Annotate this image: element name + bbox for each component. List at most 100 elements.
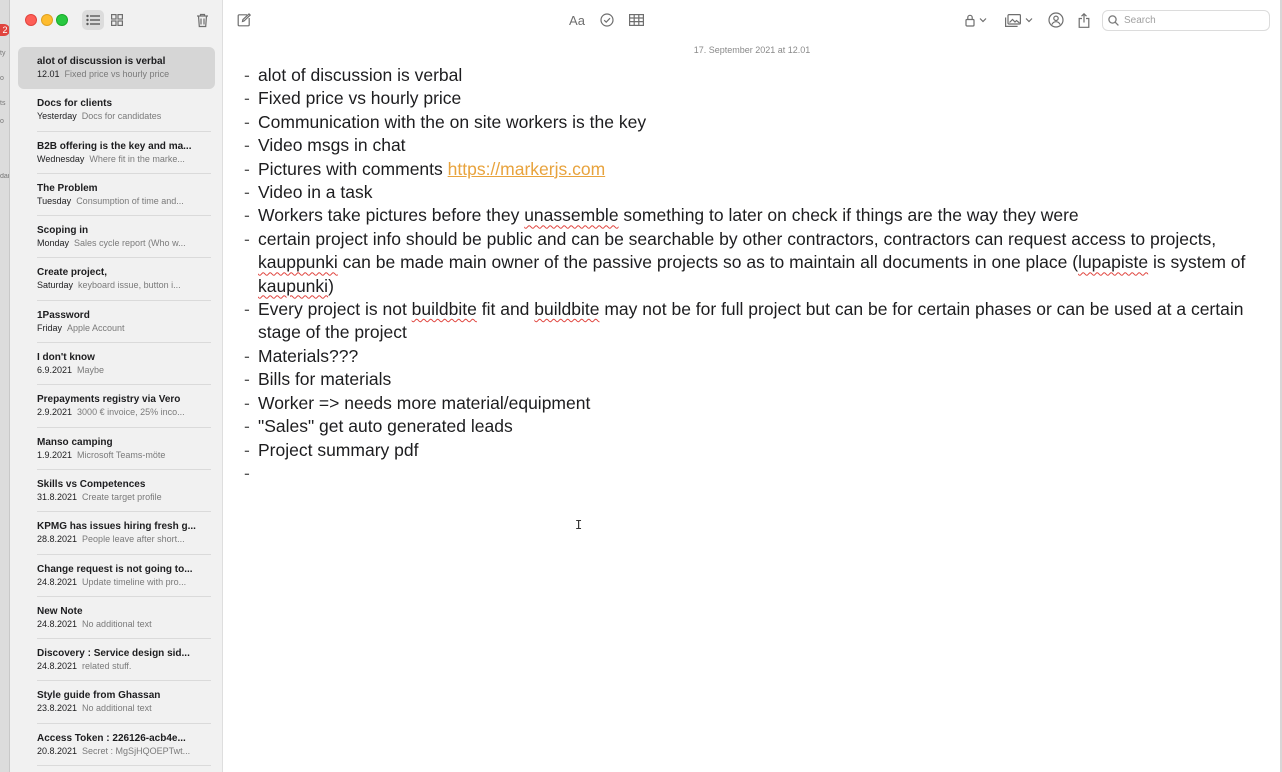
- note-preview: Sales cycle report (Who w...: [74, 238, 186, 249]
- sidebar-toolbar: [10, 0, 222, 40]
- note-meta: Saturday keyboard issue, button i...: [37, 279, 202, 291]
- note-line: - "Sales" get auto generated leads: [244, 415, 1264, 438]
- text-cursor-icon: I: [575, 518, 583, 532]
- note-title: The Problem: [37, 182, 98, 194]
- bullet-dash: -: [244, 299, 250, 320]
- note-title: I don't know: [37, 352, 95, 364]
- edge-fragment: ty: [0, 50, 6, 57]
- note-preview: Update timeline with pro...: [82, 576, 187, 587]
- checklist-button[interactable]: [598, 10, 616, 30]
- collaborate-button[interactable]: [1047, 10, 1065, 30]
- note-meta: 20.8.2021 Secret : MgSjHQOEPTwt...: [37, 745, 202, 757]
- note-text: "Sales" get auto generated leads: [258, 416, 513, 437]
- note-preview: Secret : MgSjHQOEPTwt...: [82, 745, 191, 756]
- note-list-item[interactable]: alot of discussion is verbal 12.01 Fixed p…: [18, 47, 215, 90]
- note-preview: Create target profile: [82, 491, 162, 502]
- bullet-dash: -: [244, 205, 250, 226]
- note-line: - Project summary pdf: [244, 439, 1264, 462]
- note-title: Scoping in: [37, 225, 89, 237]
- note-list-item[interactable]: 1Password Friday Apple Account: [18, 301, 215, 344]
- bullet-dash: -: [244, 369, 250, 390]
- note-date: Saturday: [37, 280, 74, 291]
- note-list-item[interactable]: New Note 24.8.2021 No additional text: [18, 597, 215, 640]
- note-list: alot of discussion is verbal 12.01 Fixed p…: [18, 47, 215, 767]
- note-list-item[interactable]: B2B offering is the key and ma... Wednesd…: [18, 132, 215, 175]
- note-date: 24.8.2021: [37, 618, 78, 629]
- gallery-view-button[interactable]: [106, 10, 128, 30]
- misspelled-word: lupapiste: [1078, 252, 1149, 273]
- note-title: New Note: [37, 605, 83, 617]
- note-preview: Consumption of time and...: [76, 195, 184, 206]
- bullet-dash: -: [244, 111, 250, 132]
- note-meta: 2.9.2021 3000 € invoice, 25% inco...: [37, 406, 202, 418]
- delete-note-button[interactable]: [191, 10, 213, 30]
- share-button[interactable]: [1076, 10, 1092, 30]
- list-view-button[interactable]: [82, 10, 104, 30]
- note-list-item[interactable]: Style guide from Ghassan 23.8.2021 No addi…: [18, 681, 215, 725]
- bullet-dash: -: [244, 182, 250, 203]
- note-meta: 24.8.2021 No additional text: [37, 618, 202, 630]
- note-list-item[interactable]: Create project, Saturday keyboard issue, b…: [18, 258, 215, 302]
- chevron-down-icon: [979, 18, 987, 23]
- note-list-item[interactable]: Discovery : Service design sid... 24.8.20…: [18, 639, 215, 682]
- list-icon: [86, 14, 100, 26]
- share-icon: [1078, 12, 1090, 28]
- checklist-icon: [600, 13, 614, 27]
- note-editor-pane: Aa 17. September 2021 at 12.01 -alot of …: [224, 0, 1280, 772]
- minimize-window-button[interactable]: [41, 14, 53, 26]
- note-list-item[interactable]: Access Token : 226126-acb4e... 20.8.2021 S…: [18, 724, 215, 767]
- bullet-dash: -: [244, 65, 250, 85]
- compose-icon: [237, 13, 251, 27]
- note-meta: Friday Apple Account: [37, 322, 202, 334]
- note-text: Pictures with comments: [258, 158, 448, 179]
- note-list-item[interactable]: KPMG has issues hiring fresh g... 28.8.20…: [18, 512, 215, 555]
- note-text: Project summary pdf: [258, 439, 419, 460]
- note-line: - certain project info should be public a…: [244, 228, 1264, 298]
- note-list-item[interactable]: I don't know 6.9.2021 Maybe: [18, 343, 215, 386]
- note-preview: 3000 € invoice, 25% inco...: [77, 407, 185, 418]
- note-list-item[interactable]: Docs for clients Yesterday Docs for candid…: [18, 89, 215, 132]
- note-body[interactable]: - alot of discussion is verbal - Fixed pric…: [244, 64, 1264, 485]
- note-list-item[interactable]: Manso camping 1.9.2021 Microsoft Teams-möt…: [18, 428, 215, 471]
- note-line: - alot of discussion is verbal: [244, 64, 1264, 87]
- notification-badge: 2: [0, 24, 9, 36]
- format-button[interactable]: Aa: [567, 10, 587, 30]
- note-line: - Every project is not buildbite fit and …: [244, 298, 1264, 345]
- editor-toolbar: Aa: [224, 0, 1280, 40]
- misspelled-word: unassemble: [524, 205, 619, 226]
- note-date: 12.01: [37, 69, 60, 79]
- new-note-button[interactable]: [235, 10, 253, 30]
- note-text: certain project info should be public an…: [258, 228, 1217, 249]
- bullet-dash: -: [244, 228, 250, 249]
- note-text: Communication with the on site workers i…: [258, 111, 647, 132]
- note-list-item[interactable]: The Problem Tuesday Consumption of time an…: [18, 174, 215, 217]
- note-text: ): [328, 275, 334, 296]
- insert-media-button[interactable]: [1004, 10, 1034, 30]
- close-window-button[interactable]: [25, 14, 37, 26]
- zoom-window-button[interactable]: [56, 14, 68, 26]
- note-text: Fixed price vs hourly price: [258, 88, 462, 109]
- note-title: Discovery : Service design sid...: [37, 648, 190, 660]
- note-title: Docs for clients: [37, 98, 113, 110]
- note-preview: Fixed price vs hourly price: [64, 69, 170, 79]
- bullet-dash: -: [244, 462, 250, 483]
- note-list-item[interactable]: Prepayments registry via Vero 2.9.2021 300…: [18, 385, 215, 428]
- note-meta: Wednesday Where fit in the marke...: [37, 153, 202, 165]
- note-list-item[interactable]: Scoping in Monday Sales cycle report (Who …: [18, 216, 215, 259]
- bullet-dash: -: [244, 345, 250, 366]
- background-app-edge: 2 ty o ts o dar: [0, 0, 10, 772]
- misspelled-word: kaupunki: [258, 275, 329, 296]
- note-list-item[interactable]: Change request is not going to... 24.8.20…: [18, 555, 215, 598]
- note-link[interactable]: https://markerjs.com: [448, 159, 606, 179]
- bullet-dash: -: [244, 416, 250, 437]
- note-meta: 24.8.2021 related stuff.: [37, 660, 202, 672]
- lock-note-button[interactable]: [962, 10, 990, 30]
- note-date: 20.8.2021: [37, 745, 78, 756]
- note-list-item[interactable]: Skills vs Competences 31.8.2021 Create tar…: [18, 470, 215, 513]
- note-title: alot of discussion is verbal: [37, 56, 166, 67]
- table-button[interactable]: [627, 10, 645, 30]
- search-box[interactable]: [1102, 10, 1270, 31]
- search-input[interactable]: [1124, 15, 1264, 26]
- add-people-icon: [1048, 12, 1064, 28]
- note-preview: Docs for candidates: [81, 111, 162, 122]
